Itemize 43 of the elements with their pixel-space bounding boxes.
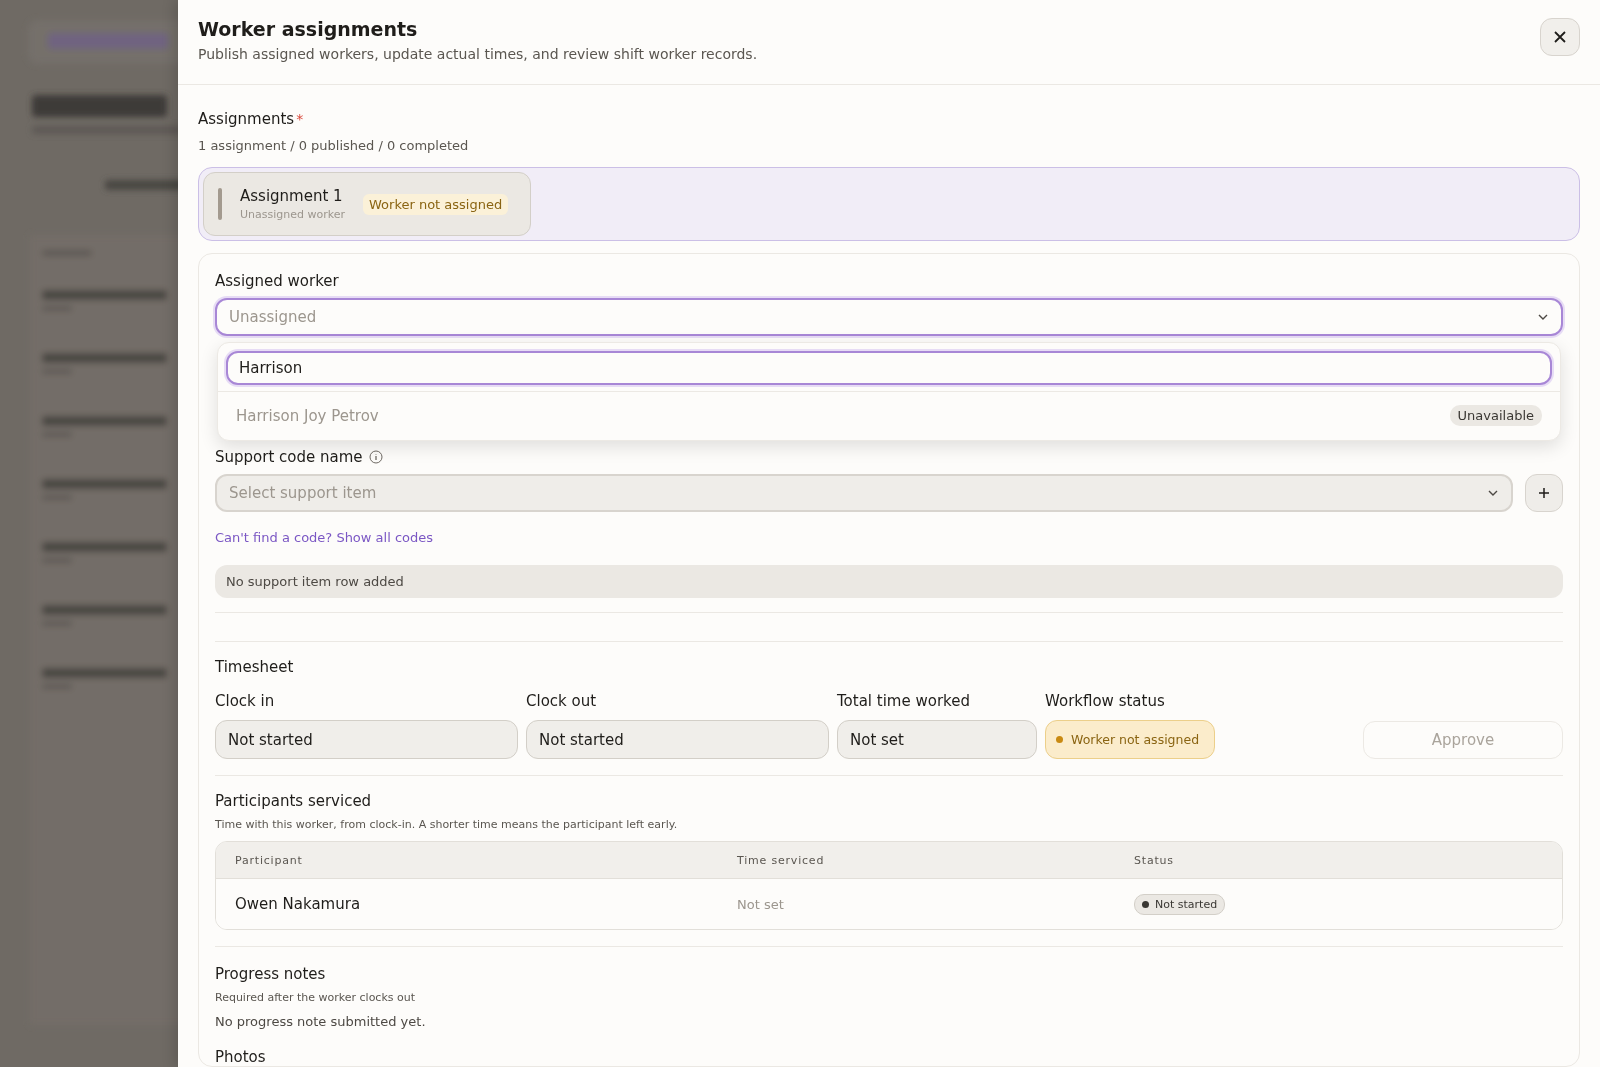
timesheet-field-label: Total time worked (837, 692, 971, 710)
timesheet-title: Timesheet (215, 658, 295, 676)
plus-icon (1538, 487, 1550, 499)
close-button[interactable] (1540, 18, 1580, 56)
worker-select[interactable]: Unassigned (215, 298, 1563, 336)
status-pill: Not started (1134, 893, 1226, 915)
assignment-card[interactable]: Assignment 1 Unassigned worker Worker not assigned (203, 172, 532, 236)
progress-notes-empty: No progress note submitted yet. (215, 1014, 427, 1029)
assignment-worker: Unassigned worker (240, 208, 345, 221)
worker-search-field[interactable]: Harrison (226, 351, 1552, 385)
timesheet-field: Not set (837, 720, 1037, 759)
empty-support-row: No support item row added (215, 565, 1563, 598)
timesheet-field: Not started (526, 720, 829, 759)
time-serviced-cell-text: Not set (737, 896, 785, 912)
close-icon (1553, 30, 1567, 44)
participant-name: Owen Nakamura (235, 895, 362, 913)
timesheet-field-label: Clock in (215, 692, 276, 710)
column-header: Status (1134, 853, 1175, 867)
support-code-label: Support code name (215, 448, 363, 466)
assignments-summary: 1 assignment / 0 published / 0 completed (198, 138, 470, 153)
timesheet-field-label: Clock out (526, 692, 598, 710)
column-header: Time serviced (737, 853, 826, 867)
timesheet-field-label: Workflow status (1045, 692, 1166, 710)
assignments-label: Assignments (198, 110, 295, 128)
photos-title: Photos (215, 1048, 266, 1066)
assignment-bar (218, 188, 222, 220)
progress-notes-title: Progress notes (215, 965, 327, 983)
info-icon (368, 450, 383, 464)
availability-badge: Unavailable (1449, 405, 1542, 426)
assigned-worker-label: Assigned worker (215, 272, 340, 290)
participants-title: Participants serviced (215, 792, 373, 810)
column-header: Participant (235, 853, 304, 867)
required-mark: * (296, 111, 304, 127)
drawer-title: Worker assignments (198, 18, 419, 40)
workflow-status-badge: Worker not assigned (1045, 720, 1215, 759)
timesheet-field: Not started (215, 720, 518, 759)
participants-caption: Time with this worker, from clock-in. A shorter time means the participant left early. (215, 818, 679, 831)
progress-notes-caption: Required after the worker clocks out (215, 991, 417, 1004)
add-button[interactable] (1525, 474, 1563, 512)
drawer-subtitle: Publish assigned workers, update actual times, and review shift worker records. (198, 46, 758, 62)
status-badge: Worker not assigned (363, 193, 509, 215)
assignment-title: Assignment 1 (240, 187, 344, 205)
show-all-codes-link[interactable]: Can't find a code? Show all codes (215, 530, 434, 545)
